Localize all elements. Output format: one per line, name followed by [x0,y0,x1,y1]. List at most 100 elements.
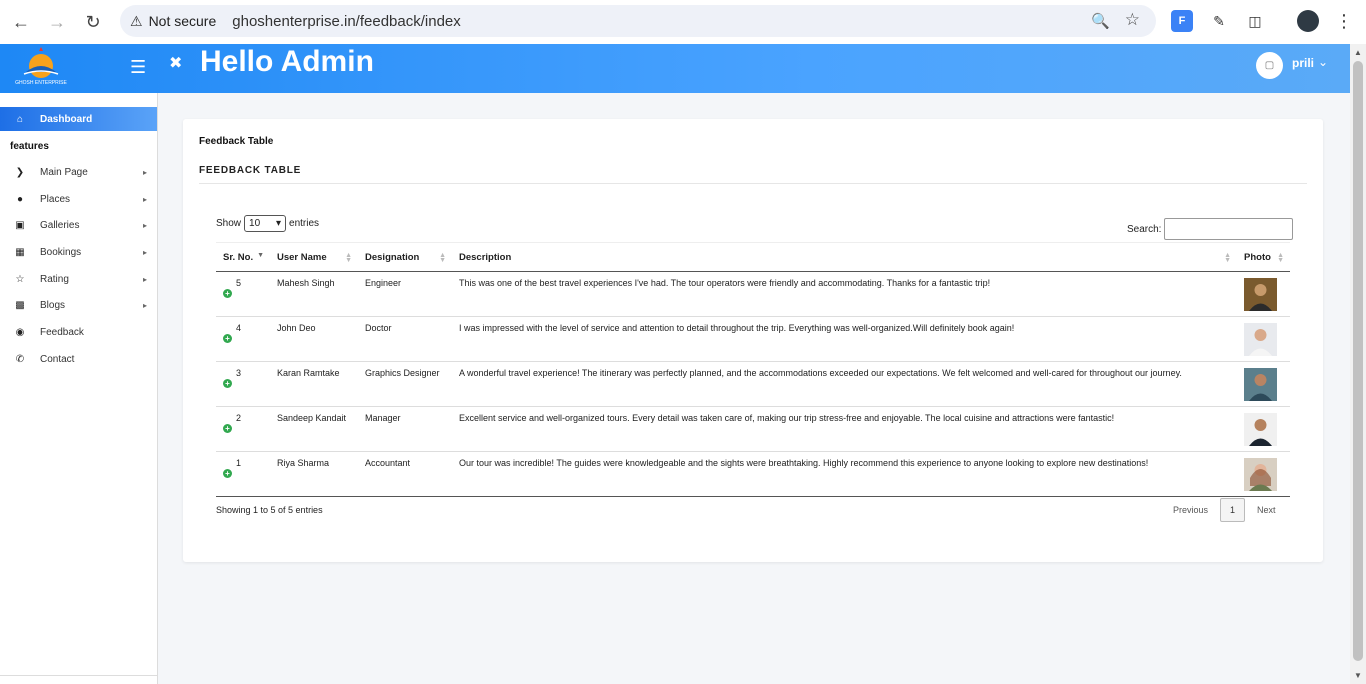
scroll-up-icon[interactable]: ▲ [1354,48,1362,57]
sidebar-item-bookings[interactable]: ▦ Bookings ▸ [0,240,157,264]
sidebar-item-places[interactable]: ● Places ▸ [0,187,157,211]
not-secure-label[interactable]: Not secure [149,13,217,29]
page-scrollbar[interactable]: ▲ ▼ [1350,44,1366,684]
next-page-button[interactable]: Next [1257,505,1276,515]
phone-icon: ✆ [15,353,25,365]
browser-toolbar: ← → ↻ ⚠ Not secure ghoshenterprise.in/fe… [0,0,1366,44]
sidebar-item-label: Blogs [40,299,66,311]
user-name[interactable]: prili [1292,56,1314,70]
designation-cell: Engineer [358,271,452,317]
expand-row-icon[interactable]: + [223,424,232,433]
table-row: +5 Mahesh Singh Engineer This was one of… [216,271,1290,317]
bookmark-star-icon[interactable]: ☆ [1125,10,1140,30]
page-1-button[interactable]: 1 [1220,498,1246,522]
sr-no-cell: +1 [216,451,270,497]
expand-arrow-icon: ▸ [142,300,147,310]
entries-length-control: Show 10 ▾ entries [216,215,319,232]
extension-fi-icon[interactable]: F [1171,10,1193,32]
column-header-label: Photo [1244,251,1271,263]
expand-row-icon[interactable]: + [223,289,232,298]
photo-cell [1237,271,1290,317]
logo-text: GHOSH ENTERPRISE [15,80,67,86]
column-header-photo[interactable]: Photo ▲ ▼ [1237,242,1290,272]
sidebar-item-label: Dashboard [40,113,93,125]
expand-arrow-icon: ▸ [142,194,147,204]
sidebar-item-rating[interactable]: ☆ Rating ▸ [0,267,157,291]
map-pin-icon: ● [16,193,24,205]
show-label: Show [216,218,242,229]
app-header: GHOSH ENTERPRISE ☰ ✖ Hello Admin ▢ prili… [0,44,1350,93]
column-header-user-name[interactable]: User Name ▲ ▼ [270,242,358,272]
previous-page-button[interactable]: Previous [1173,505,1208,515]
zoom-icon[interactable]: 🔍 [1091,12,1110,30]
sidebar-item-label: Main Page [40,166,88,178]
logo: GHOSH ENTERPRISE [15,47,67,86]
chevron-right-icon: ❯ [15,166,25,178]
user-name-cell: Sandeep Kandait [270,406,358,452]
description-cell: Excellent service and well-organized tou… [452,406,1237,452]
designation-cell: Manager [358,406,452,452]
forward-icon[interactable]: → [42,7,72,37]
chevron-down-icon[interactable]: ⌄ [1318,55,1328,69]
sidebar-item-blogs[interactable]: ▩ Blogs ▸ [0,293,157,317]
table-row: +4 John Deo Doctor I was impressed with … [216,316,1290,362]
expand-arrow-icon: ▸ [142,274,147,284]
table-row: +3 Karan Ramtake Graphics Designer A won… [216,361,1290,407]
user-name-cell: Karan Ramtake [270,361,358,407]
fullscreen-icon[interactable]: ✖ [169,53,182,73]
back-icon[interactable]: ← [6,7,36,37]
sidebar-item-dashboard[interactable]: ⌂ Dashboard [0,107,157,131]
sidebar: ⌂ Dashboard features ❯ Main Page ▸ ● Pla… [0,93,158,684]
search-input[interactable] [1164,218,1294,240]
description-cell: This was one of the best travel experien… [452,271,1237,317]
profile-avatar-icon[interactable] [1297,10,1319,32]
expand-row-icon[interactable]: + [223,469,232,478]
extensions-puzzle-icon[interactable]: ◫ [1244,10,1266,32]
description-cell: I was impressed with the level of servic… [452,316,1237,362]
browser-menu-icon[interactable]: ⋮ [1333,10,1355,32]
table-row: +2 Sandeep Kandait Manager Excellent ser… [216,406,1290,452]
expand-arrow-icon: ▸ [142,167,147,177]
divider [199,183,1307,184]
user-avatar[interactable]: ▢ [1256,52,1283,79]
card-title: FEEDBACK TABLE [199,165,302,176]
star-icon: ☆ [15,273,25,285]
sidebar-item-main-page[interactable]: ❯ Main Page ▸ [0,160,157,184]
sidebar-divider [0,675,157,676]
table-row: +1 Riya Sharma Accountant Our tour was i… [216,451,1290,497]
sidebar-item-galleries[interactable]: ▣ Galleries ▸ [0,213,157,237]
entries-select[interactable]: 10 ▾ [244,215,287,232]
sidebar-item-contact[interactable]: ✆ Contact [0,347,157,371]
description-cell: Our tour was incredible! The guides were… [452,451,1237,497]
pagination: Previous 1 Next [1173,498,1276,522]
sidebar-item-label: Bookings [40,246,82,258]
sr-no-cell: +2 [216,406,270,452]
eyedropper-icon[interactable]: ✎ [1208,10,1230,32]
table-info: Showing 1 to 5 of 5 entries [216,505,323,515]
menu-toggle-icon[interactable]: ☰ [130,57,146,78]
reload-icon[interactable]: ↻ [78,7,108,37]
expand-row-icon[interactable]: + [223,379,232,388]
designation-cell: Graphics Designer [358,361,452,407]
sidebar-item-label: Contact [40,353,75,365]
user-photo [1244,323,1277,356]
home-icon: ⌂ [16,113,24,125]
description-cell: A wonderful travel experience! The itine… [452,361,1237,407]
column-header-sr-no[interactable]: Sr. No. ▼ [216,242,270,272]
column-header-label: Designation [365,251,420,263]
sidebar-item-feedback[interactable]: ◉ Feedback [0,320,157,344]
sort-icon: ▲ ▼ [345,252,352,264]
sr-no-cell: +3 [216,361,270,407]
column-header-description[interactable]: Description ▲ ▼ [452,242,1237,272]
url-text[interactable]: ghoshenterprise.in/feedback/index [232,13,461,30]
expand-row-icon[interactable]: + [223,334,232,343]
sort-desc-icon: ▼ [257,252,264,259]
file-icon: ▩ [15,299,25,311]
warning-icon: ⚠ [130,12,143,29]
photo-cell [1237,451,1290,497]
sr-no: 4 [236,323,242,333]
scrollbar-thumb[interactable] [1353,61,1363,661]
address-bar[interactable]: ⚠ Not secure ghoshenterprise.in/feedback… [120,5,1156,37]
column-header-designation[interactable]: Designation ▲ ▼ [358,242,452,272]
scroll-down-icon[interactable]: ▼ [1354,671,1362,680]
